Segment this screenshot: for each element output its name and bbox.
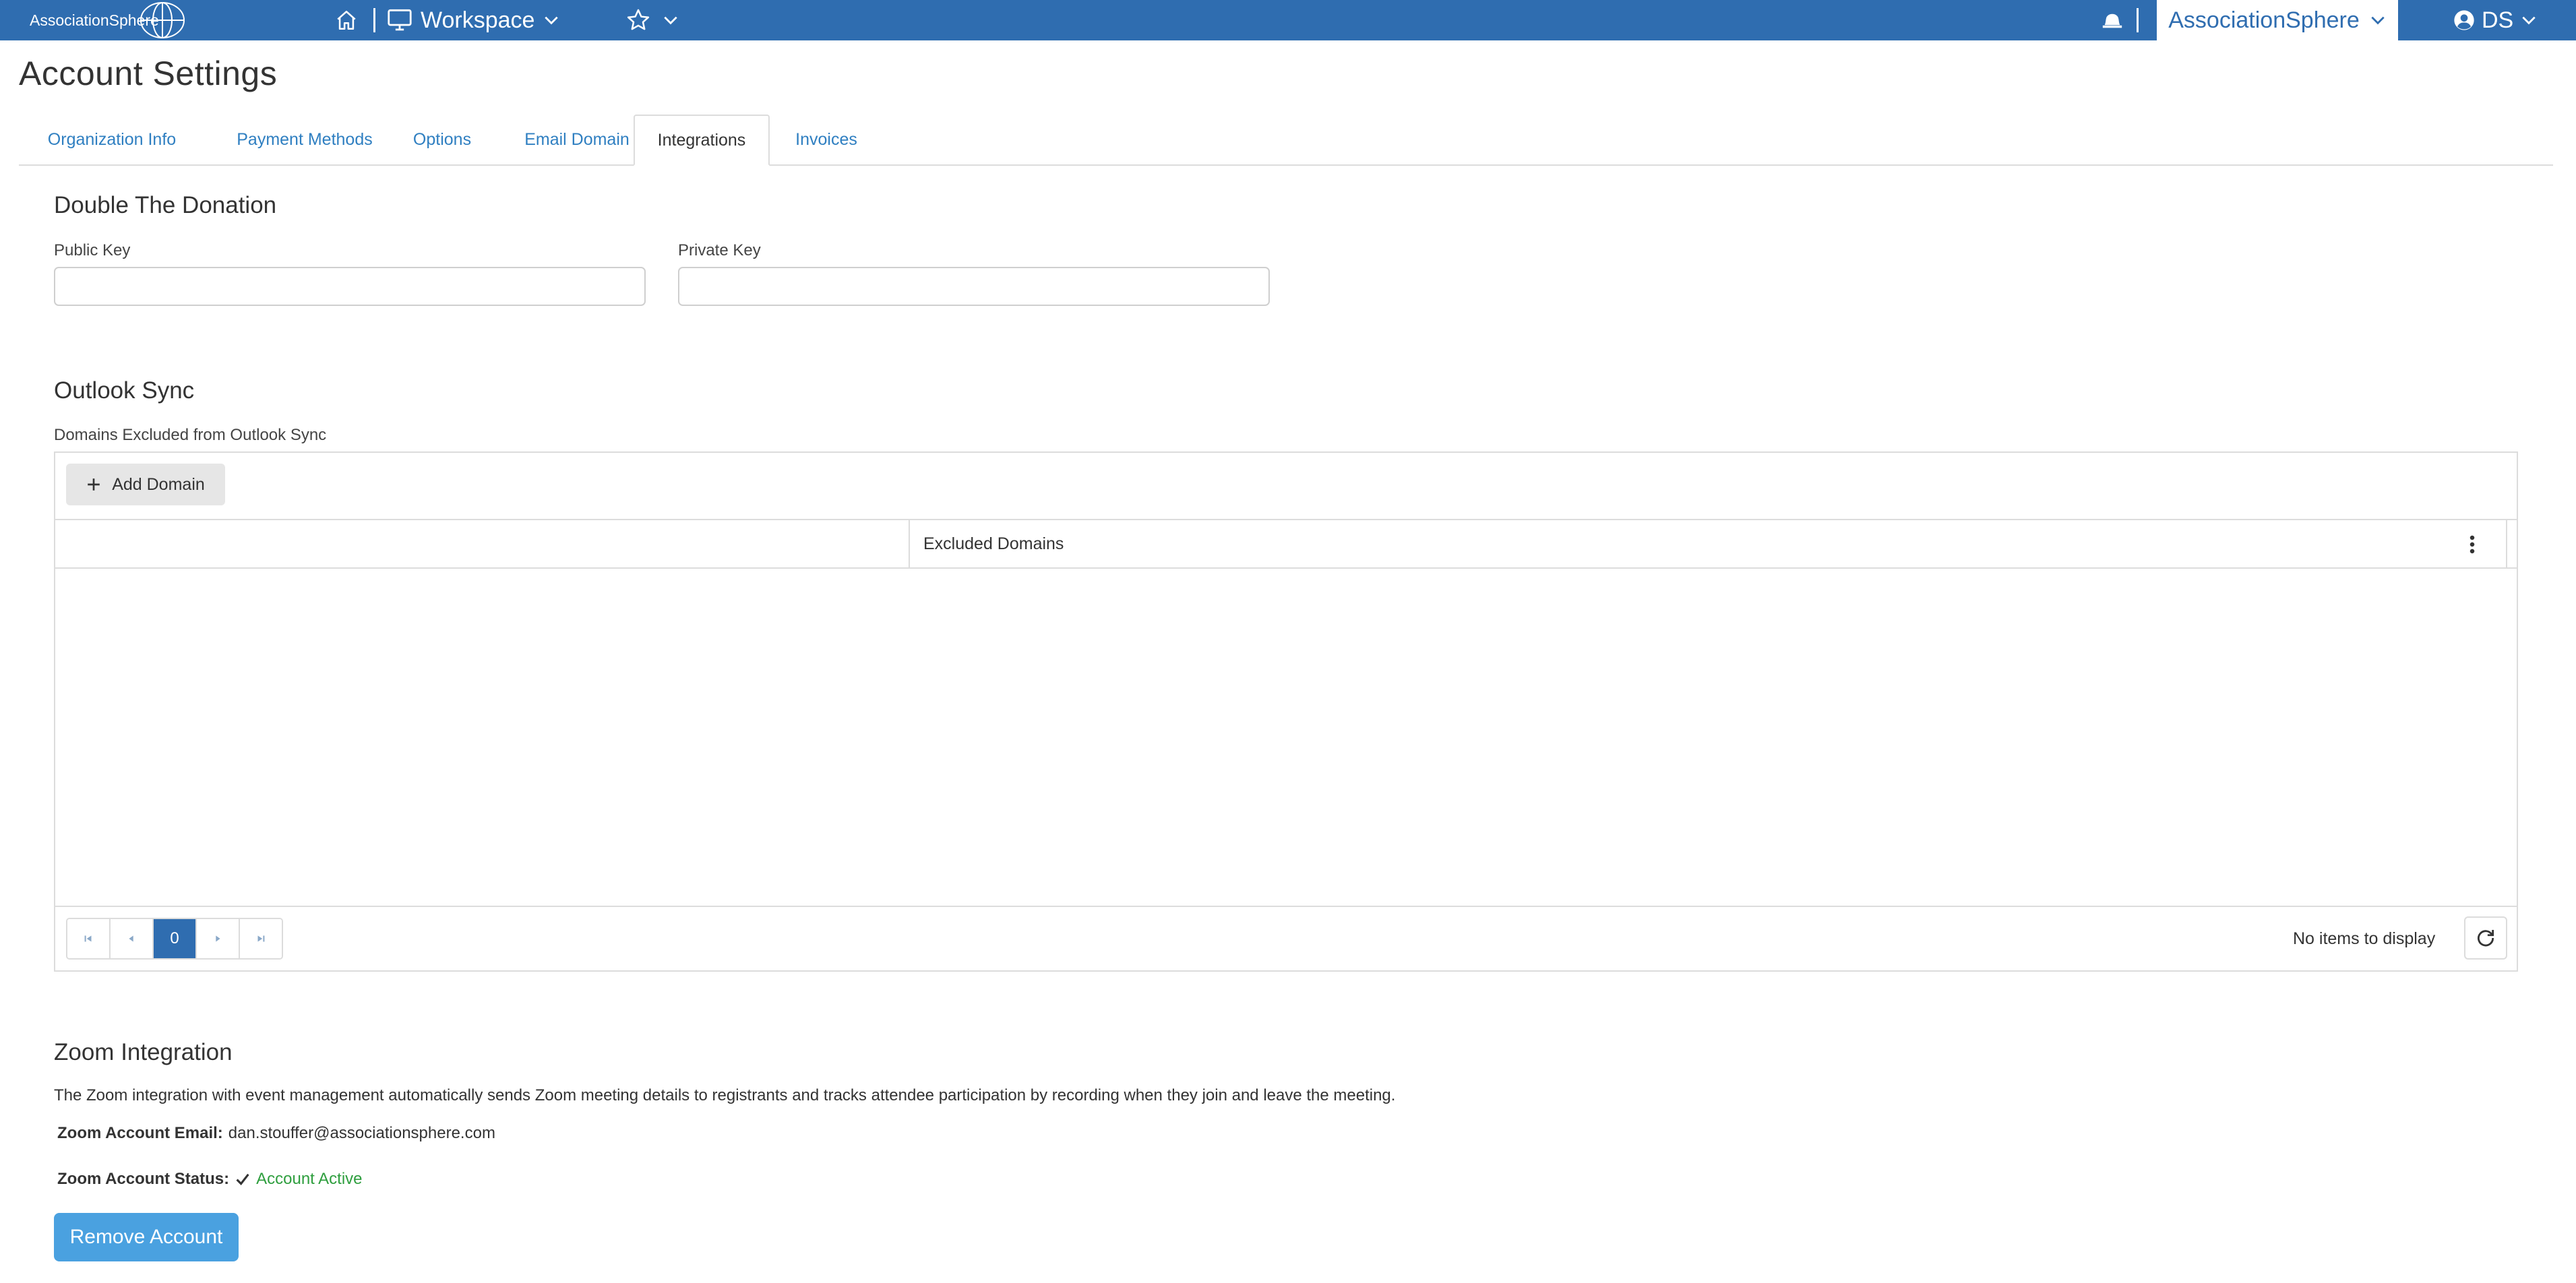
private-key-label: Private Key	[678, 241, 761, 259]
refresh-button[interactable]	[2464, 916, 2507, 960]
workspace-label: Workspace	[421, 7, 535, 33]
notifications-button[interactable]	[2099, 7, 2126, 34]
zoom-email-label: Zoom Account Email:	[57, 1124, 223, 1142]
app-logo[interactable]: AssociationSphere	[30, 2, 186, 38]
vertical-ellipsis-icon	[2470, 535, 2475, 554]
private-key-input[interactable]	[678, 267, 1270, 306]
refresh-icon	[2478, 929, 2494, 947]
last-page-button[interactable]	[240, 919, 282, 958]
nav-divider	[2137, 8, 2139, 32]
remove-account-button[interactable]: Remove Account	[54, 1213, 239, 1261]
add-domain-label: Add Domain	[112, 474, 205, 494]
checkmark-icon	[236, 1173, 249, 1185]
zoom-status-value: Account Active	[256, 1170, 363, 1188]
chevron-down-icon	[2371, 16, 2385, 25]
previous-page-button[interactable]	[111, 919, 154, 958]
zoom-email-row: Zoom Account Email: dan.stouffer@associa…	[57, 1124, 495, 1143]
star-icon	[627, 9, 650, 30]
double-donation-heading: Double The Donation	[54, 192, 277, 218]
excluded-domains-column-header[interactable]: Excluded Domains	[923, 520, 1064, 567]
public-key-label: Public Key	[54, 241, 131, 259]
add-domain-button[interactable]: Add Domain	[66, 464, 225, 505]
first-page-icon	[84, 935, 92, 942]
pager-buttons: 0	[66, 918, 283, 960]
caret-left-icon	[129, 935, 133, 942]
tab-invoices[interactable]: Invoices	[770, 115, 883, 164]
zoom-status-label: Zoom Account Status:	[57, 1170, 230, 1188]
zoom-integration-heading: Zoom Integration	[54, 1039, 233, 1065]
home-button[interactable]	[332, 5, 361, 35]
caret-right-icon	[216, 935, 220, 942]
first-page-button[interactable]	[67, 919, 111, 958]
tab-options[interactable]: Options	[386, 115, 499, 164]
public-key-input[interactable]	[54, 267, 646, 306]
grid-body	[55, 569, 2517, 906]
pager-info-text: No items to display	[2293, 929, 2436, 948]
chevron-down-icon	[545, 16, 559, 25]
favorites-menu[interactable]	[625, 4, 679, 36]
excluded-domains-grid: Add Domain Excluded Domains 0 No items t…	[54, 451, 2518, 972]
user-menu[interactable]: DS	[2453, 4, 2538, 36]
chevron-down-icon	[664, 16, 677, 25]
tab-payment-methods[interactable]: Payment Methods	[204, 115, 406, 164]
nav-divider	[373, 8, 375, 32]
column-divider	[2506, 520, 2507, 567]
tab-organization-info[interactable]: Organization Info	[22, 115, 202, 164]
top-navigation-bar: AssociationSphere Workspace AssociationS…	[0, 0, 2576, 40]
zoom-description: The Zoom integration with event manageme…	[54, 1086, 1396, 1104]
page-title: Account Settings	[19, 55, 278, 92]
next-page-button[interactable]	[197, 919, 240, 958]
bell-icon	[2102, 13, 2122, 28]
excluded-domains-label: Domains Excluded from Outlook Sync	[54, 426, 327, 444]
column-menu-button[interactable]	[2457, 530, 2487, 559]
select-column-header	[55, 520, 910, 567]
home-icon	[337, 10, 356, 30]
monitor-icon	[388, 9, 412, 31]
organization-switcher[interactable]: AssociationSphere	[2157, 0, 2398, 40]
grid-header: Excluded Domains	[55, 520, 2517, 569]
org-name: AssociationSphere	[2168, 7, 2360, 33]
globe-icon	[140, 2, 185, 38]
grid-pager: 0 No items to display	[55, 906, 2517, 972]
chevron-down-icon	[2522, 16, 2536, 25]
zoom-email-value: dan.stouffer@associationsphere.com	[228, 1124, 495, 1142]
grid-toolbar: Add Domain	[55, 453, 2517, 520]
zoom-status-row: Zoom Account Status: Account Active	[57, 1170, 363, 1189]
last-page-icon	[257, 935, 265, 942]
workspace-menu[interactable]: Workspace	[387, 4, 560, 36]
settings-tabs: Organization Info Payment Methods Option…	[19, 115, 2553, 166]
current-page-button[interactable]: 0	[154, 919, 197, 958]
outlook-sync-heading: Outlook Sync	[54, 377, 195, 404]
user-circle-icon	[2454, 10, 2474, 30]
tab-integrations[interactable]: Integrations	[634, 115, 770, 166]
user-initials: DS	[2482, 7, 2514, 33]
plus-icon	[88, 478, 100, 491]
